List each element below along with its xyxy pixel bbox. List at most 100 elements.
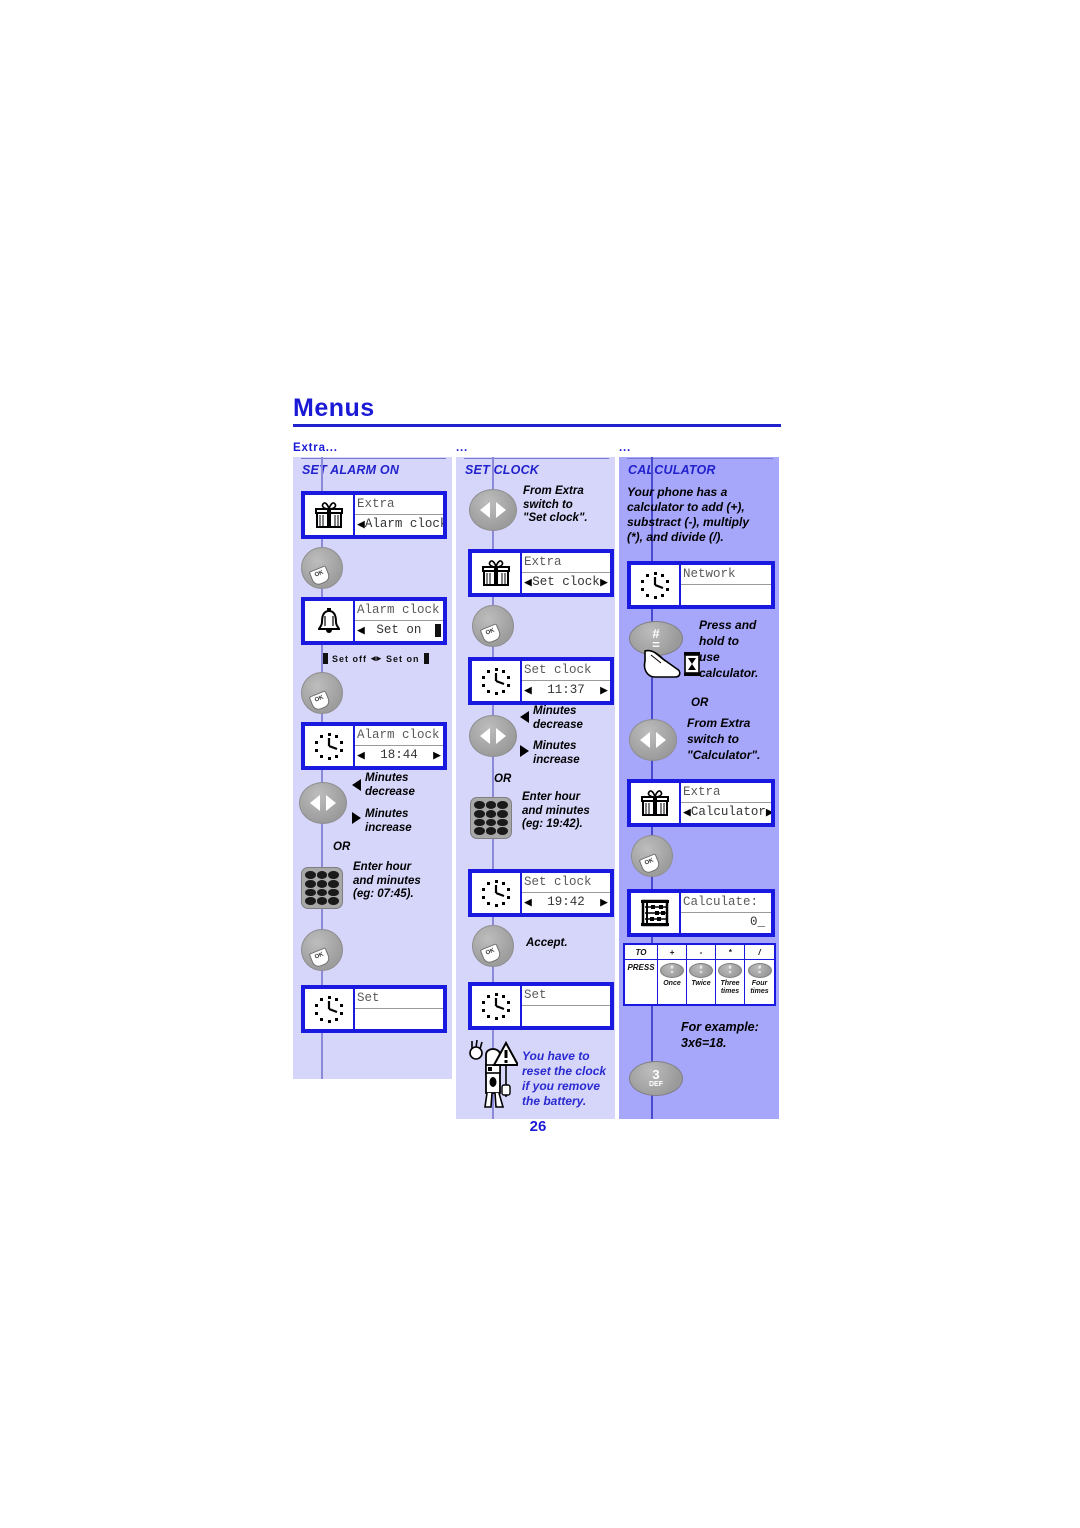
screen-line-top: Extra <box>355 495 443 515</box>
screen-lines: Network <box>681 565 771 605</box>
or-separator-2: OR <box>494 773 512 785</box>
screen-line-bottom: ◀Alarm clock▶ <box>355 515 443 534</box>
left-right-nav-key-3[interactable] <box>629 719 677 761</box>
ok-key-1[interactable]: OK <box>631 835 673 877</box>
column-3-title: CALCULATOR <box>628 463 716 477</box>
screen-set-confirm[interactable]: Set <box>301 985 447 1033</box>
scroll-indicator <box>435 624 441 637</box>
screen-extra-calculator[interactable]: Extra ◀ Calculator ▶ <box>627 779 775 827</box>
keypad-dot <box>316 897 328 905</box>
ok-key-1[interactable]: OK <box>301 547 343 589</box>
equals-glyph: = <box>728 969 732 976</box>
ok-key-2[interactable]: OK <box>472 925 514 967</box>
left-right-nav-key-2[interactable] <box>469 715 517 757</box>
page-title: Menus <box>293 394 375 422</box>
screen-set-confirm[interactable]: Set <box>468 982 614 1030</box>
right-arrow-icon <box>656 732 666 748</box>
title-divider <box>293 424 781 427</box>
left-arrow-icon <box>480 502 490 518</box>
digit-number: 3 <box>652 1066 660 1082</box>
screen-extra-set-clock[interactable]: Extra ◀ Set clock ▶ <box>468 549 614 597</box>
right-arrow-glyph: ▶ <box>600 895 608 910</box>
clock-icon <box>472 986 522 1026</box>
callout-line: For example: <box>681 1020 759 1034</box>
screen-alarm-clock-set-on[interactable]: Alarm clock ◀ Set on <box>301 597 447 645</box>
left-arrow-glyph: ◀ <box>683 805 691 820</box>
left-arrow-glyph: ◀ <box>524 895 532 910</box>
clock-icon <box>305 726 355 766</box>
keypad-dot <box>485 827 497 835</box>
callout-line: switch to <box>523 498 573 511</box>
callout-line: increase <box>533 753 580 766</box>
manual-page: Menus Extra... SET ALARM ON Extra ◀ Alar… <box>0 0 1080 1528</box>
screen-line-top: Set clock <box>522 661 610 681</box>
block-glyph-left <box>323 653 328 664</box>
hash-equals-minikey: # = <box>689 963 713 978</box>
table-header-row: TO + - * / <box>625 945 774 960</box>
or-separator-3: OR <box>691 697 709 709</box>
ok-key-label: OK <box>479 623 503 645</box>
minutes-increase-arrow-icon <box>352 812 361 824</box>
bell-icon <box>305 601 355 641</box>
keypad-dot <box>305 879 316 888</box>
press-count-label: Twice <box>691 980 711 987</box>
left-right-nav-key-top[interactable] <box>469 489 517 531</box>
keypad-dot <box>328 897 339 905</box>
callout-line: switch to <box>687 732 740 746</box>
ok-key-1[interactable]: OK <box>472 605 514 647</box>
equals-glyph: = <box>758 969 761 976</box>
ok-key-label: OK <box>479 943 503 965</box>
screen-set-clock-time-new[interactable]: Set clock ◀ 19:42 ▶ <box>468 869 614 917</box>
callout-line: the battery. <box>522 1094 587 1108</box>
screen-network-idle[interactable]: Network <box>627 561 775 609</box>
block-glyph-right <box>423 653 429 664</box>
minutes-increase-callout: Minutes increase <box>365 808 412 835</box>
press-count-label: Once <box>663 980 681 987</box>
callout-line: Minutes <box>365 808 409 820</box>
callout-line: "Set clock". <box>523 512 588 524</box>
calculator-operator-table: TO + - * / PRESS # = Once # = Twice # = … <box>623 943 776 1006</box>
screen-calculate[interactable]: Calculate: 0_ <box>627 889 775 937</box>
keypad-dot <box>485 818 497 827</box>
set-on-label: Set on <box>386 653 420 664</box>
minutes-decrease-callout: Minutes decrease <box>533 705 583 732</box>
table-body-row: PRESS # = Once # = Twice # = Three times… <box>625 960 774 1004</box>
keypad-dot <box>485 801 497 809</box>
screen-lines: Calculate: 0_ <box>681 893 771 933</box>
screen-line-top: Alarm clock <box>355 726 443 746</box>
keypad-dot <box>497 809 508 818</box>
screen-value: 18:44 <box>380 748 418 762</box>
screen-value: 11:37 <box>547 683 585 697</box>
screen-line-bottom: ◀ Set on <box>355 621 443 640</box>
left-right-nav-key-1[interactable] <box>299 782 347 824</box>
keypad-dot <box>305 888 316 897</box>
ok-key-3[interactable]: OK <box>301 929 343 971</box>
callout-line: decrease <box>533 718 583 731</box>
callout-line: (eg: 07:45). <box>353 888 414 900</box>
screen-lines: Alarm clock ◀ Set on <box>355 601 443 641</box>
keypad-icon[interactable] <box>470 797 512 839</box>
screen-alarm-clock-time[interactable]: Alarm clock ◀ 18:44 ▶ <box>301 722 447 770</box>
ok-key-2[interactable]: OK <box>301 672 343 714</box>
screen-extra-alarm-clock[interactable]: Extra ◀Alarm clock▶ <box>301 491 447 539</box>
screen-lines: Extra ◀ Calculator ▶ <box>681 783 771 823</box>
callout-line: Enter hour <box>353 861 412 873</box>
digit-key-3[interactable]: 3 DEF <box>629 1061 683 1096</box>
screen-set-clock-time-current[interactable]: Set clock ◀ 11:37 ▶ <box>468 657 614 705</box>
keypad-dot <box>328 871 339 879</box>
table-row-label-to: TO <box>625 945 658 960</box>
enter-hour-callout-2: Enter hour and minutes (eg: 19:42). <box>522 791 590 832</box>
equals-glyph: = <box>670 969 674 976</box>
accept-callout: Accept. <box>526 937 568 949</box>
screen-lines: Set clock ◀ 11:37 ▶ <box>522 661 610 701</box>
minutes-decrease-callout: Minutes decrease <box>365 772 415 799</box>
callout-line: (*), and divide (/). <box>627 530 724 544</box>
equals-glyph: = <box>699 969 703 976</box>
column-3-body: CALCULATOR Your phone has a calculator t… <box>619 457 779 1119</box>
keypad-icon[interactable] <box>301 867 343 909</box>
right-arrow-glyph: ▶ <box>600 683 608 698</box>
press-count-line: times <box>720 988 740 995</box>
callout-line: calculator to add (+), <box>627 500 745 514</box>
screen-lines: Set clock ◀ 19:42 ▶ <box>522 873 610 913</box>
screen-line-top: Set <box>522 986 610 1006</box>
